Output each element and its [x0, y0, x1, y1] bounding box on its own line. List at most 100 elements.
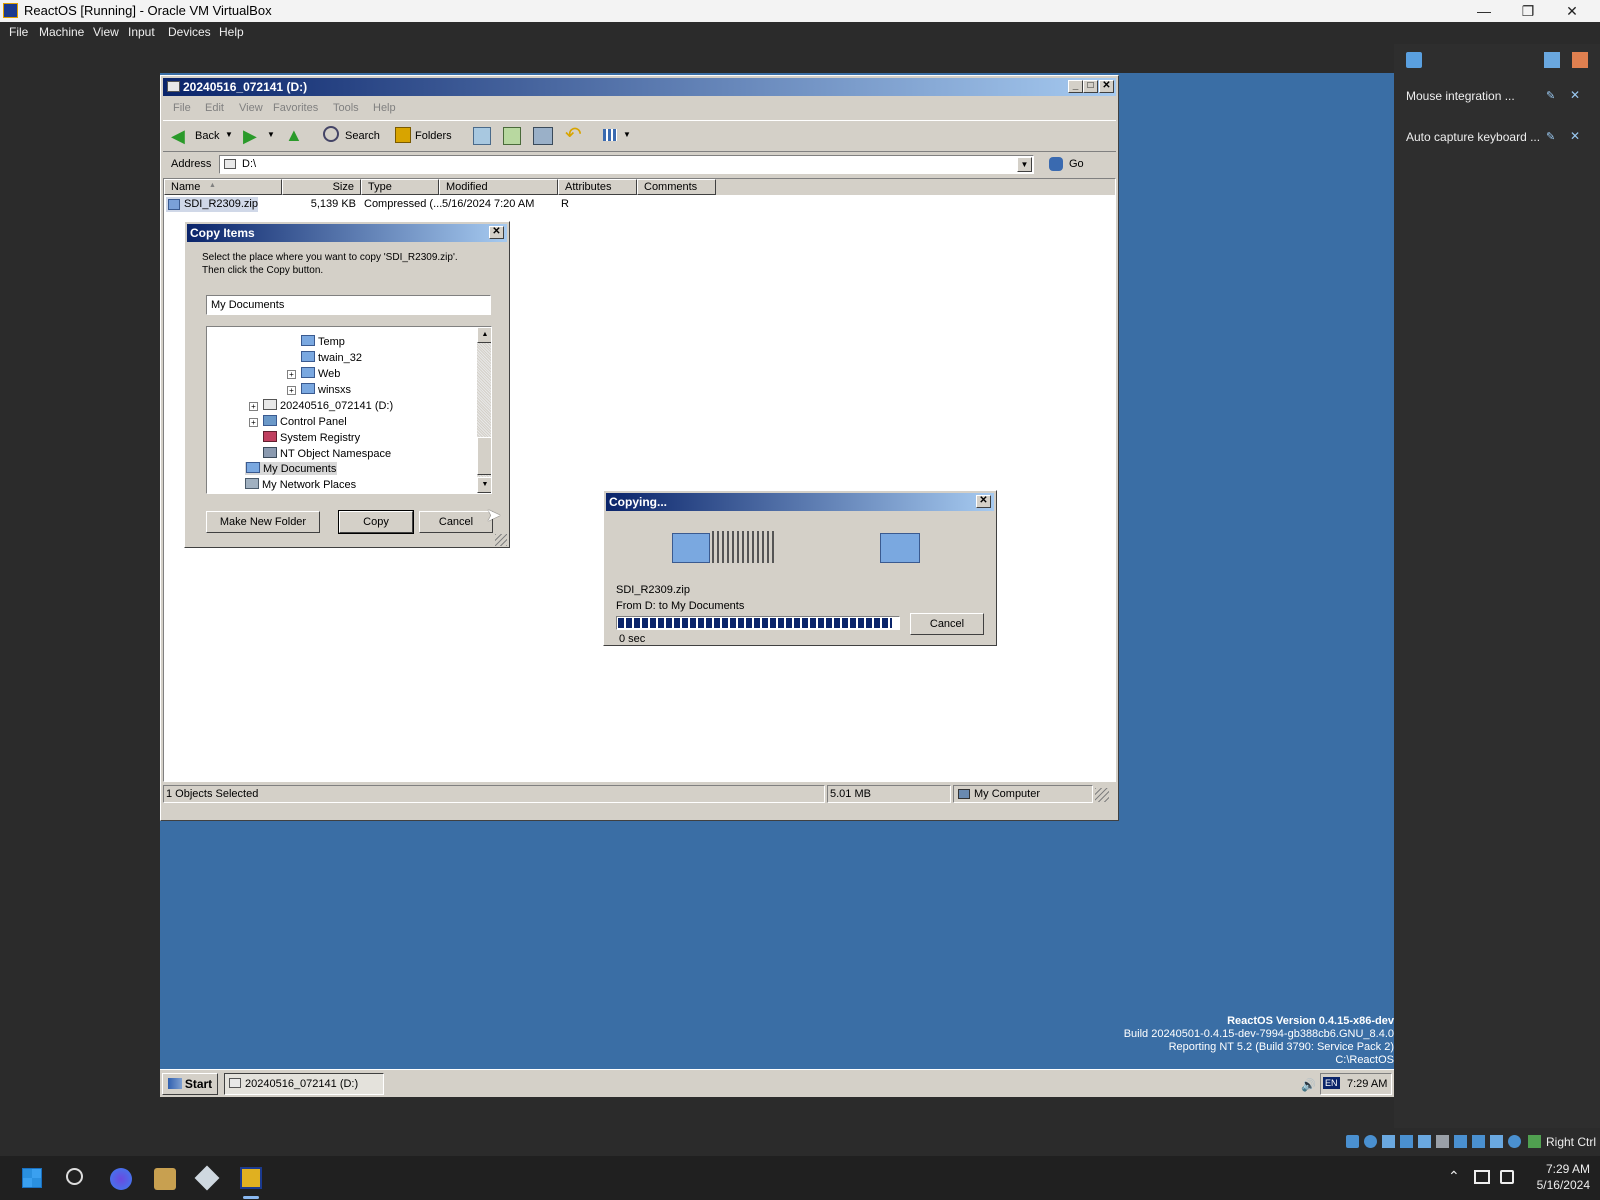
display-tray-icon[interactable] — [1474, 1170, 1490, 1184]
dismiss-icon[interactable]: ✕ — [1570, 88, 1580, 102]
optical-drive-icon[interactable] — [1364, 1135, 1377, 1148]
forward-dropdown-icon[interactable]: ▼ — [267, 130, 275, 139]
expand-icon[interactable]: + — [287, 386, 296, 395]
restore-button[interactable]: ❐ — [1506, 0, 1550, 22]
copy-button[interactable]: Copy — [338, 510, 414, 534]
copy-items-close-button[interactable]: ✕ — [489, 226, 504, 239]
menu-input[interactable]: Input — [128, 25, 155, 39]
reactos-vm-icon[interactable] — [240, 1167, 262, 1189]
notification-center-icon[interactable] — [1406, 52, 1422, 68]
back-arrow-icon[interactable]: ◀ — [171, 127, 185, 145]
sort-notifications-icon[interactable] — [1544, 52, 1560, 68]
app-icon[interactable] — [154, 1168, 176, 1190]
keyboard-capture-icon[interactable] — [1528, 1135, 1541, 1148]
views-icon[interactable] — [603, 129, 617, 141]
tree-item[interactable]: + Web — [287, 367, 340, 380]
guest-desktop[interactable]: 20240516_072141 (D:) _ □ ✕ File Edit Vie… — [160, 73, 1394, 1097]
notification-auto-capture[interactable]: Auto capture keyboard ... — [1406, 130, 1540, 144]
search-icon[interactable] — [323, 126, 339, 142]
tree-item[interactable]: +20240516_072141 (D:) — [249, 399, 393, 412]
address-dropdown-icon[interactable]: ▼ — [1017, 157, 1032, 172]
notification-mouse-integration[interactable]: Mouse integration ... — [1406, 89, 1515, 103]
tree-item[interactable]: NT Object Namespace — [263, 447, 391, 460]
go-arrow-icon[interactable] — [1049, 157, 1063, 171]
language-indicator[interactable]: EN — [1323, 1077, 1340, 1089]
display-icon[interactable] — [1454, 1135, 1467, 1148]
tree-item[interactable]: + Control Panel — [249, 415, 347, 428]
minimize-button[interactable]: — — [1462, 0, 1506, 22]
recording-icon[interactable] — [1472, 1135, 1485, 1148]
tree-item-selected[interactable]: My Documents — [245, 462, 338, 475]
destination-path-input[interactable]: My Documents — [206, 295, 491, 315]
taskbar-date[interactable]: 5/16/2024 — [1530, 1178, 1590, 1192]
expand-icon[interactable]: + — [249, 418, 258, 427]
back-button[interactable]: Back — [195, 130, 219, 142]
search-button[interactable]: Search — [345, 130, 380, 142]
usb-icon[interactable] — [1418, 1135, 1431, 1148]
make-new-folder-button[interactable]: Make New Folder — [206, 511, 320, 533]
tree-item[interactable]: Temp — [301, 335, 345, 348]
pin-icon[interactable]: ✎ — [1546, 89, 1555, 102]
cpu-icon[interactable] — [1490, 1135, 1503, 1148]
volume-icon[interactable]: 🔊 — [1301, 1078, 1316, 1092]
column-name[interactable]: Name ▲ — [164, 179, 282, 195]
menu-view[interactable]: View — [93, 25, 119, 39]
menu-machine[interactable]: Machine — [39, 25, 84, 39]
explorer-maximize-button[interactable]: □ — [1083, 80, 1098, 93]
explorer-menu-help[interactable]: Help — [373, 102, 396, 114]
folders-icon[interactable] — [395, 127, 411, 143]
windows-start-icon[interactable] — [22, 1168, 42, 1188]
taskbar-clock[interactable]: 7:29 AM — [1530, 1162, 1590, 1176]
explorer-menu-file[interactable]: File — [173, 102, 191, 114]
resize-grip-icon[interactable] — [495, 534, 507, 546]
undo-icon[interactable]: ↶ — [565, 125, 582, 145]
expand-icon[interactable]: + — [249, 402, 258, 411]
explorer-menu-tools[interactable]: Tools — [333, 102, 359, 114]
explorer-menu-edit[interactable]: Edit — [205, 102, 224, 114]
explorer-close-button[interactable]: ✕ — [1099, 80, 1114, 93]
scroll-thumb[interactable] — [477, 437, 491, 475]
back-dropdown-icon[interactable]: ▼ — [225, 130, 233, 139]
column-modified[interactable]: Modified — [439, 179, 558, 195]
forward-arrow-icon[interactable]: ▶ — [243, 127, 257, 145]
up-folder-icon[interactable]: ▲ — [285, 126, 303, 144]
views-dropdown-icon[interactable]: ▼ — [623, 130, 631, 139]
column-attributes[interactable]: Attributes — [558, 179, 637, 195]
menu-help[interactable]: Help — [219, 25, 244, 39]
start-button[interactable]: Start — [162, 1073, 218, 1095]
explorer-menu-favorites[interactable]: Favorites — [273, 102, 318, 114]
tree-item[interactable]: twain_32 — [301, 351, 362, 364]
close-button[interactable]: ✕ — [1550, 0, 1594, 22]
menu-file[interactable]: File — [9, 25, 28, 39]
search-icon[interactable] — [66, 1168, 83, 1185]
virtualbox-app-icon[interactable] — [194, 1165, 220, 1191]
chevron-up-icon[interactable]: ⌃ — [1448, 1168, 1460, 1185]
expand-icon[interactable]: + — [287, 370, 296, 379]
tree-item[interactable]: My Network Places — [245, 478, 356, 491]
tree-item[interactable]: System Registry — [263, 431, 360, 444]
cancel-button[interactable]: Cancel — [419, 511, 493, 533]
delete-icon[interactable] — [533, 127, 553, 145]
shared-folders-icon[interactable] — [1436, 1135, 1449, 1148]
copying-cancel-button[interactable]: Cancel — [910, 613, 984, 635]
folders-button[interactable]: Folders — [415, 130, 452, 142]
table-row[interactable]: SDI_R2309.zip 5,139 KB Compressed (... 5… — [164, 196, 724, 212]
firefox-icon[interactable] — [110, 1168, 132, 1190]
taskbar-explorer-task[interactable]: 20240516_072141 (D:) — [224, 1073, 384, 1095]
go-button[interactable]: Go — [1069, 158, 1084, 170]
column-size[interactable]: Size — [282, 179, 361, 195]
address-input[interactable]: D:\ ▼ — [219, 155, 1034, 174]
scroll-down-icon[interactable]: ▼ — [477, 477, 491, 493]
explorer-minimize-button[interactable]: _ — [1068, 80, 1083, 93]
tree-item[interactable]: + winsxs — [287, 383, 351, 396]
hard-disk-icon[interactable] — [1346, 1135, 1359, 1148]
explorer-menu-view[interactable]: View — [239, 102, 263, 114]
resize-grip-icon[interactable] — [1095, 788, 1109, 802]
move-to-icon[interactable] — [473, 127, 491, 145]
column-comments[interactable]: Comments — [637, 179, 716, 195]
mouse-integration-icon[interactable] — [1508, 1135, 1521, 1148]
tree-scrollbar[interactable]: ▲ ▼ — [477, 327, 491, 493]
copying-close-button[interactable]: ✕ — [976, 495, 991, 508]
network-tray-icon[interactable] — [1500, 1170, 1514, 1184]
scroll-up-icon[interactable]: ▲ — [477, 327, 491, 343]
